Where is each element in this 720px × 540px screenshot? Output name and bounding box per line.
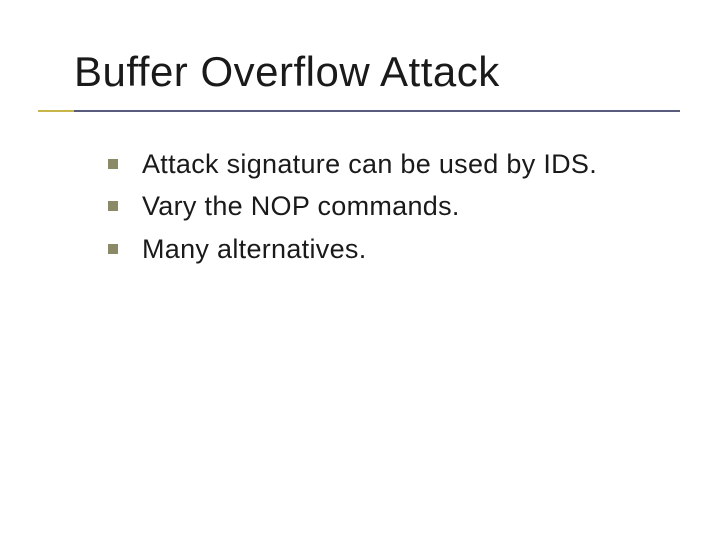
square-bullet-icon (108, 244, 118, 254)
slide: Buffer Overflow Attack Attack signature … (0, 0, 720, 540)
square-bullet-icon (108, 201, 118, 211)
bullet-text: Vary the NOP commands. (142, 188, 460, 224)
square-bullet-icon (108, 159, 118, 169)
bullet-text: Attack signature can be used by IDS. (142, 146, 597, 182)
list-item: Many alternatives. (108, 231, 660, 267)
list-item: Vary the NOP commands. (108, 188, 660, 224)
title-container: Buffer Overflow Attack (74, 48, 680, 112)
list-item: Attack signature can be used by IDS. (108, 146, 660, 182)
slide-title: Buffer Overflow Attack (74, 48, 680, 96)
content-area: Attack signature can be used by IDS. Var… (108, 146, 660, 267)
bullet-text: Many alternatives. (142, 231, 367, 267)
title-accent-line (38, 110, 74, 112)
